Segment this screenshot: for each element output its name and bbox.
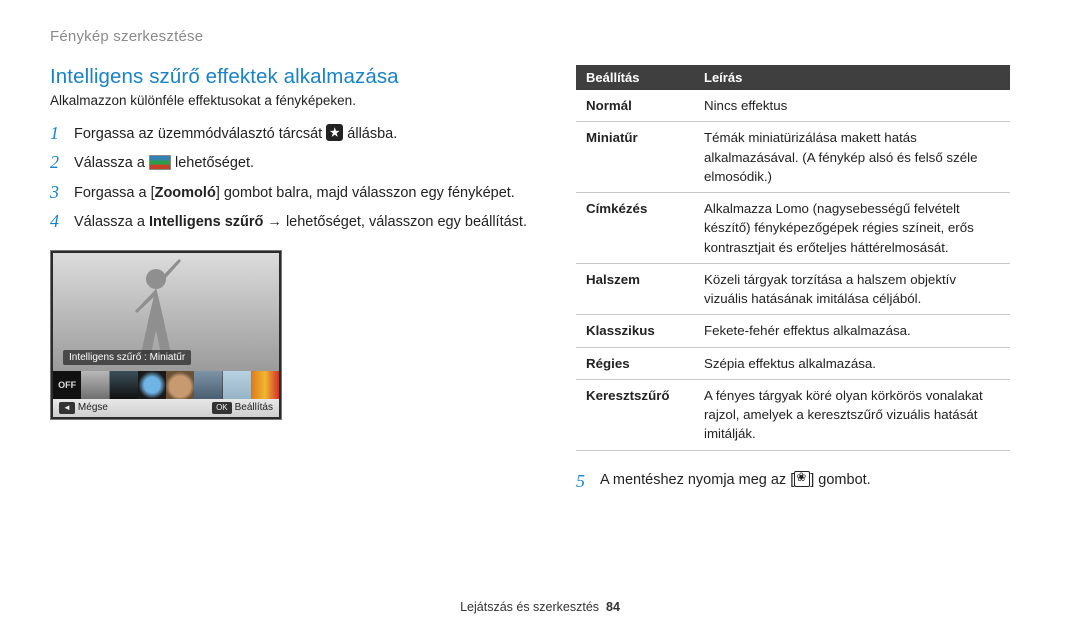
step-3-post: ] gombot balra, majd válasszon egy fényk…: [216, 185, 515, 201]
step-1-text: Forgassa az üzemmódválasztó tárcsát állá…: [74, 122, 530, 145]
step-4-post: lehetőséget, válasszon egy beállítást.: [286, 214, 527, 230]
preview-frame: Intelligens szűrő : Miniatűr OFF ◄Mégse …: [50, 250, 282, 420]
filter-thumbnails: OFF: [53, 371, 279, 399]
step-4-bold: Intelligens szűrő: [149, 214, 263, 230]
thumb-1[interactable]: [81, 371, 109, 399]
step-5-post: ] gombot.: [810, 472, 870, 488]
thumb-7[interactable]: [251, 371, 279, 399]
option-desc: Alkalmazza Lomo (nagysebességű felvételt…: [694, 193, 1010, 264]
ok-action[interactable]: OKBeállítás: [212, 402, 273, 414]
section-title: Intelligens szűrő effektek alkalmazása: [50, 65, 530, 89]
ok-label: Beállítás: [235, 402, 273, 413]
preview-image: Intelligens szűrő : Miniatűr: [53, 253, 279, 371]
thumb-3[interactable]: [138, 371, 166, 399]
th-desc: Leírás: [694, 65, 1010, 90]
thumb-4[interactable]: [166, 371, 194, 399]
breadcrumb: Fénykép szerkesztése: [50, 28, 1010, 45]
step-3-pre: Forgassa a [: [74, 185, 155, 201]
step-3-bold: Zoomoló: [155, 185, 216, 201]
table-row: NormálNincs effektus: [576, 90, 1010, 122]
option-name: Halszem: [576, 263, 694, 315]
back-action[interactable]: ◄Mégse: [59, 402, 108, 414]
thumb-5[interactable]: [194, 371, 222, 399]
step-number: 4: [50, 210, 64, 233]
option-name: Keresztszűrő: [576, 379, 694, 450]
step-number: 3: [50, 181, 64, 204]
mode-dial-icon: [326, 124, 343, 141]
ok-key-icon: OK: [212, 402, 232, 414]
step-2-pre: Válassza a: [74, 155, 149, 171]
table-row: HalszemKözeli tárgyak torzítása a halsze…: [576, 263, 1010, 315]
option-desc: Közeli tárgyak torzítása a halszem objek…: [694, 263, 1010, 315]
step-number: 5: [576, 471, 590, 492]
thumb-off[interactable]: OFF: [53, 371, 81, 399]
left-column: Intelligens szűrő effektek alkalmazása A…: [50, 65, 530, 492]
footer-section: Lejátszás és szerkesztés: [460, 600, 599, 614]
table-row: MiniatűrTémák miniatürizálása makett hat…: [576, 122, 1010, 193]
step-5-text: A mentéshez nyomja meg az [ ] gombot.: [600, 471, 871, 492]
option-name: Címkézés: [576, 193, 694, 264]
steps-list: 1 Forgassa az üzemmódválasztó tárcsát ál…: [50, 122, 530, 234]
step-2-post: lehetőséget.: [171, 155, 254, 171]
option-desc: Szépia effektus alkalmazása.: [694, 347, 1010, 379]
table-row: CímkézésAlkalmazza Lomo (nagysebességű f…: [576, 193, 1010, 264]
step-5: 5 A mentéshez nyomja meg az [ ] gombot.: [576, 471, 1010, 492]
step-number: 2: [50, 151, 64, 174]
step-number: 1: [50, 122, 64, 145]
step-5-pre: A mentéshez nyomja meg az [: [600, 472, 794, 488]
options-table: Beállítás Leírás NormálNincs effektusMin…: [576, 65, 1010, 451]
th-option: Beállítás: [576, 65, 694, 90]
footer-page: 84: [606, 600, 620, 614]
arrow-icon: →: [263, 214, 286, 230]
option-desc: Fekete-fehér effektus alkalmazása.: [694, 315, 1010, 347]
back-key-icon: ◄: [59, 402, 75, 414]
table-row: KeresztszűrőA fényes tárgyak köré olyan …: [576, 379, 1010, 450]
table-row: RégiesSzépia effektus alkalmazása.: [576, 347, 1010, 379]
thumb-2[interactable]: [110, 371, 138, 399]
page-footer: Lejátszás és szerkesztés 84: [0, 600, 1080, 614]
option-name: Klasszikus: [576, 315, 694, 347]
save-icon: [794, 471, 810, 487]
preview-caption: Intelligens szűrő : Miniatűr: [63, 350, 191, 365]
table-row: KlasszikusFekete-fehér effektus alkalmaz…: [576, 315, 1010, 347]
option-name: Normál: [576, 90, 694, 122]
back-label: Mégse: [78, 402, 108, 413]
step-1-post: állásba.: [343, 126, 397, 142]
step-1-pre: Forgassa az üzemmódválasztó tárcsát: [74, 126, 326, 142]
section-subtitle: Alkalmazzon különféle effektusokat a fén…: [50, 93, 530, 108]
step-2-text: Válassza a lehetőséget.: [74, 151, 530, 174]
step-4-pre: Válassza a: [74, 214, 149, 230]
option-desc: Nincs effektus: [694, 90, 1010, 122]
option-desc: Témák miniatürizálása makett hatás alkal…: [694, 122, 1010, 193]
step-3-text: Forgassa a [Zoomoló] gombot balra, majd …: [74, 181, 530, 204]
option-desc: A fényes tárgyak köré olyan körkörös von…: [694, 379, 1010, 450]
right-column: Beállítás Leírás NormálNincs effektusMin…: [576, 65, 1010, 492]
thumb-6[interactable]: [223, 371, 251, 399]
step-4-text: Válassza a Intelligens szűrő → lehetőség…: [74, 210, 530, 233]
option-name: Miniatűr: [576, 122, 694, 193]
preview-action-bar: ◄Mégse OKBeállítás: [53, 399, 279, 417]
option-name: Régies: [576, 347, 694, 379]
menu-icon: [149, 155, 171, 170]
